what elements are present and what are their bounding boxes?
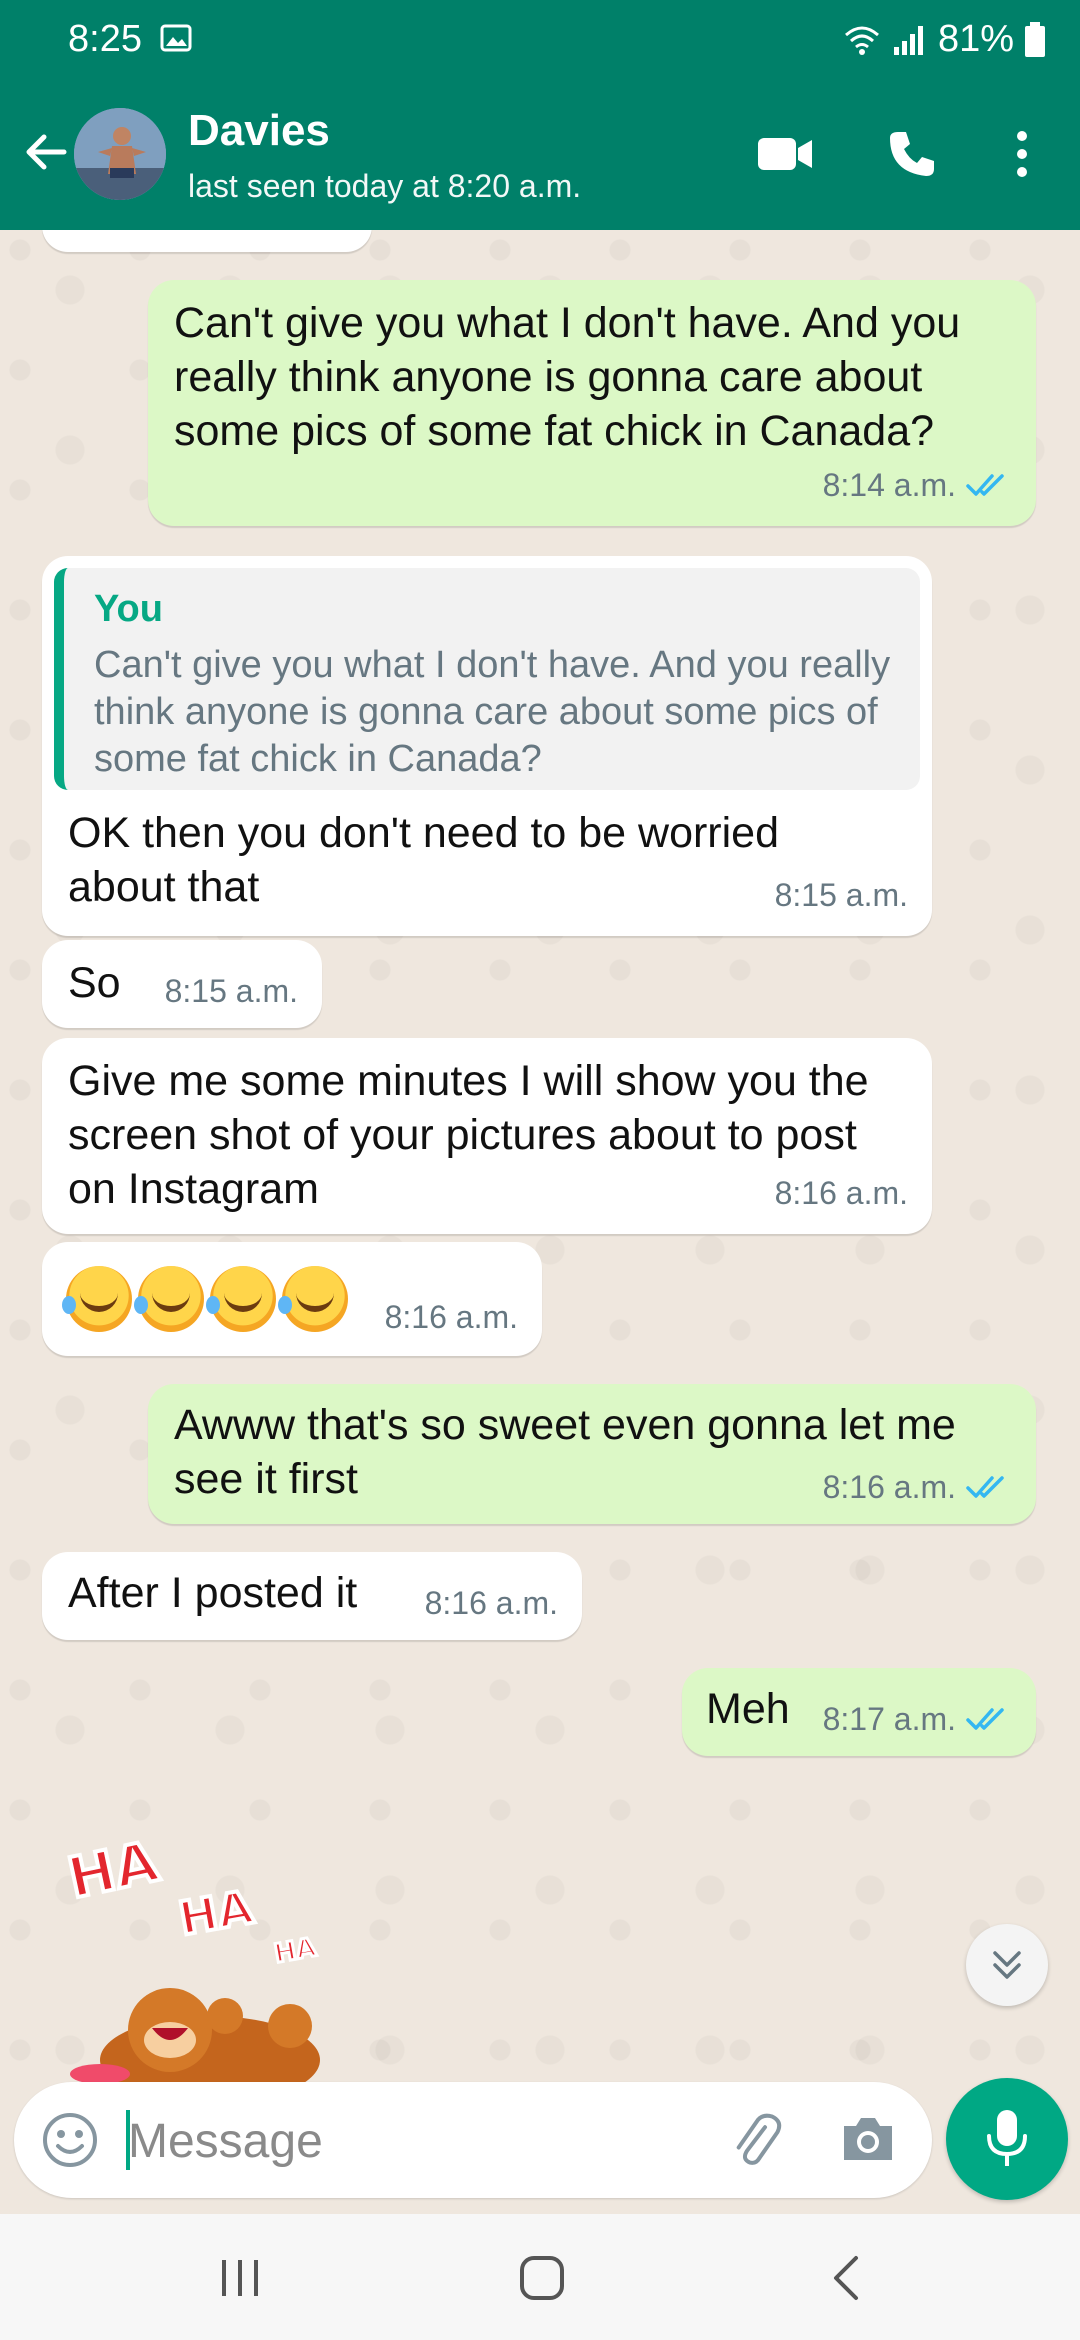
camera-icon[interactable] [838,2112,898,2166]
reply-text: Can't give you what I don't have. And yo… [94,644,891,780]
message-time: 8:16 a.m. [424,1585,558,1621]
message-bubble-incoming[interactable]: You Can't give you what I don't have. An… [42,556,932,936]
double-check-icon [966,474,1004,496]
message-time: 8:16 a.m. [774,1175,908,1211]
back-arrow-icon[interactable] [18,124,74,180]
message-text: Meh [706,1685,790,1733]
status-time: 8:25 [68,18,142,60]
more-options-icon[interactable] [1004,124,1040,184]
attach-icon[interactable] [726,2106,786,2172]
message-time: 8:15 a.m. [164,973,298,1009]
double-chevron-down-icon [993,1951,1021,1979]
contact-name[interactable]: Davies [188,106,330,156]
message-text: Can't give you what I don't have. And yo… [174,299,961,455]
signal-icon [893,25,923,55]
message-input[interactable] [126,2108,710,2174]
sticker-text: HA [175,1880,258,1946]
system-nav-bar [0,2214,1080,2340]
wifi-icon [844,26,879,55]
message-bubble-outgoing[interactable]: Can't give you what I don't have. And yo… [148,280,1036,526]
message-text: So [68,959,121,1007]
message-time: 8:14 a.m. [822,467,956,503]
message-text: After I posted it [68,1569,358,1617]
message-bubble-incoming[interactable]: 8:16 a.m. [42,1242,542,1356]
quoted-reply[interactable]: You Can't give you what I don't have. An… [54,568,920,790]
message-bubble-incoming[interactable]: 8:12 a.m. [42,230,372,252]
battery-icon [1025,21,1045,57]
emoji-icon[interactable] [40,2110,100,2170]
avatar[interactable] [74,108,166,200]
laughing-emoji-icon [62,1266,132,1332]
chat-area[interactable]: 8:12 a.m. Can't give you what I don't ha… [0,230,1080,2090]
status-indicators: 81% [842,18,1046,61]
message-time: 8:16 a.m. [822,1469,956,1505]
laughing-emoji-icon [278,1266,348,1332]
last-seen-status: last seen today at 8:20 a.m. [188,168,582,204]
laughing-bear-sticker[interactable]: HA HA HA [60,1830,340,2090]
status-bar: 8:25 81% [0,0,1080,82]
message-time: 8:15 a.m. [774,877,908,913]
double-check-icon [966,1476,1004,1498]
laughing-emoji-icon [206,1266,276,1332]
recent-apps-icon[interactable] [216,2256,264,2300]
laughing-emoji-icon [134,1266,204,1332]
message-composer [14,2082,932,2198]
chat-header: Davies last seen today at 8:20 a.m. [0,82,1080,230]
message-meta: 8:16 a.m. [823,1460,1012,1514]
home-icon[interactable] [516,2252,568,2304]
phone-icon[interactable] [884,126,940,182]
message-bubble-incoming[interactable]: After I posted it 8:16 a.m. [42,1552,582,1640]
message-time: 8:16 a.m. [384,1299,518,1335]
double-check-icon [966,1708,1004,1730]
message-bubble-outgoing[interactable]: Awww that's so sweet even gonna let me s… [148,1384,1036,1524]
sticker-text: HA [272,1933,318,1970]
video-call-icon[interactable] [756,134,814,174]
message-time: 8:17 a.m. [822,1701,956,1737]
battery-percent: 81% [937,18,1014,60]
message-text: OK then you don't need to be worried abo… [68,809,780,911]
message-meta: 8:17 a.m. [823,1692,1012,1746]
avatar-image [74,108,166,200]
message-bubble-incoming[interactable]: Give me some minutes I will show you the… [42,1038,932,1234]
reply-author: You [94,588,163,630]
message-time: 8:12 a.m. [215,230,348,242]
nav-back-icon[interactable] [828,2252,864,2304]
scroll-to-bottom-button[interactable] [966,1924,1048,2006]
message-meta: 8:14 a.m. [823,458,1012,512]
message-bubble-incoming[interactable]: So 8:15 a.m. [42,940,322,1028]
voice-message-button[interactable] [946,2078,1068,2200]
text-cursor [126,2110,130,2170]
emoji-row [62,1266,354,1332]
gallery-icon [160,24,192,52]
mic-icon [987,2110,1027,2166]
sticker-text: HA [62,1830,164,1912]
message-bubble-outgoing[interactable]: Meh 8:17 a.m. [682,1668,1036,1756]
